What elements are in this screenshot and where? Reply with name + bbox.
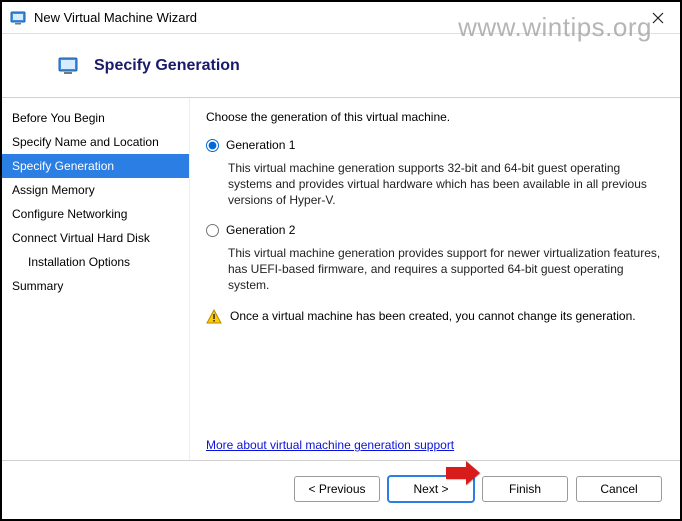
warning-text: Once a virtual machine has been created,…: [230, 309, 636, 323]
help-link-row: More about virtual machine generation su…: [206, 426, 662, 452]
close-icon: [652, 12, 664, 24]
sidebar-item-before-you-begin[interactable]: Before You Begin: [2, 106, 189, 130]
option-label: Generation 1: [226, 138, 295, 152]
option-desc-2: This virtual machine generation provides…: [228, 245, 662, 294]
radio-generation-2[interactable]: [206, 224, 219, 237]
warning-row: Once a virtual machine has been created,…: [206, 309, 662, 325]
page-header: Specify Generation: [2, 34, 680, 98]
radio-generation-1[interactable]: [206, 139, 219, 152]
close-button[interactable]: [644, 4, 672, 32]
more-info-link[interactable]: More about virtual machine generation su…: [206, 438, 454, 452]
sidebar-item-specify-generation[interactable]: Specify Generation: [2, 154, 189, 178]
body: Before You Begin Specify Name and Locati…: [2, 98, 680, 460]
sidebar-item-summary[interactable]: Summary: [2, 274, 189, 298]
monitor-icon: [58, 56, 78, 76]
wizard-window: New Virtual Machine Wizard www.wintips.o…: [0, 0, 682, 521]
footer: < Previous Next > Finish Cancel: [2, 460, 680, 516]
step-sidebar: Before You Begin Specify Name and Locati…: [2, 98, 190, 460]
sidebar-item-specify-name[interactable]: Specify Name and Location: [2, 130, 189, 154]
sidebar-item-assign-memory[interactable]: Assign Memory: [2, 178, 189, 202]
option-generation-1[interactable]: Generation 1: [206, 138, 662, 152]
finish-button[interactable]: Finish: [482, 476, 568, 502]
window-title: New Virtual Machine Wizard: [34, 10, 644, 25]
app-icon: [10, 10, 26, 26]
option-desc-1: This virtual machine generation supports…: [228, 160, 662, 209]
titlebar: New Virtual Machine Wizard: [2, 2, 680, 34]
page-title: Specify Generation: [94, 57, 240, 75]
warning-icon: [206, 309, 222, 325]
option-label: Generation 2: [226, 223, 295, 237]
sidebar-item-configure-networking[interactable]: Configure Networking: [2, 202, 189, 226]
prompt-text: Choose the generation of this virtual ma…: [206, 110, 662, 124]
sidebar-item-installation-options[interactable]: Installation Options: [2, 250, 189, 274]
cancel-button[interactable]: Cancel: [576, 476, 662, 502]
sidebar-item-connect-vhd[interactable]: Connect Virtual Hard Disk: [2, 226, 189, 250]
next-button[interactable]: Next >: [388, 476, 474, 502]
previous-button[interactable]: < Previous: [294, 476, 380, 502]
option-generation-2[interactable]: Generation 2: [206, 223, 662, 237]
content-pane: Choose the generation of this virtual ma…: [190, 98, 680, 460]
